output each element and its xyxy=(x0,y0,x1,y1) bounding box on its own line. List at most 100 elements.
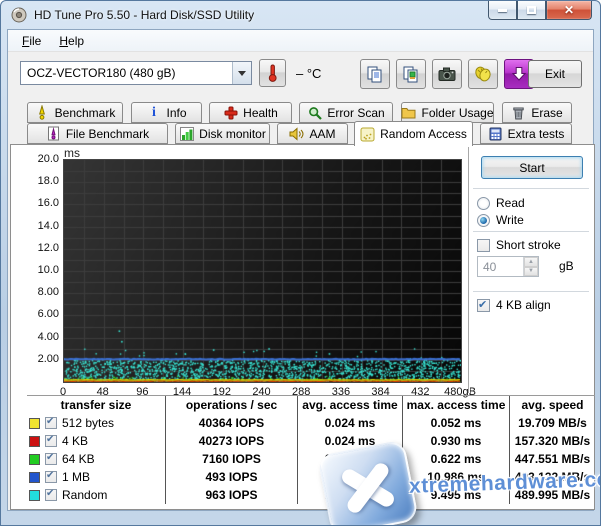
align-option[interactable]: 4 KB align xyxy=(477,298,551,312)
short-stroke-checkbox[interactable] xyxy=(477,239,490,252)
series-swatch xyxy=(29,418,40,429)
cell-speed: 447.551 MB/s xyxy=(510,450,595,468)
y-tick-label: 4.00 xyxy=(19,331,59,343)
tab-extra-tests[interactable]: Extra tests xyxy=(480,123,572,144)
tab-error-scan-label: Error Scan xyxy=(327,106,384,120)
row-label: 1 MB xyxy=(62,470,90,484)
window-title: HD Tune Pro 5.50 - Hard Disk/SSD Utility xyxy=(34,8,254,22)
tab-random-access-label: Random Access xyxy=(380,127,467,141)
down-arrow-icon xyxy=(510,65,528,83)
tab-disk-monitor[interactable]: Disk monitor xyxy=(175,123,270,144)
minimize-icon xyxy=(498,9,507,12)
temperature-value: – °C xyxy=(296,66,321,81)
cell-ops: 40273 IOPS xyxy=(166,432,298,450)
drive-select[interactable]: OCZ-VECTOR180 (480 gB) xyxy=(20,61,252,85)
cell-ops: 7160 IOPS xyxy=(166,450,298,468)
calculator-icon xyxy=(488,126,503,141)
start-button-label: Start xyxy=(519,161,544,175)
tab-benchmark[interactable]: Benchmark xyxy=(27,102,123,123)
benchmark-icon xyxy=(35,105,50,120)
cell-avg-time: 0.024 ms xyxy=(298,414,403,432)
tab-error-scan[interactable]: Error Scan xyxy=(299,102,393,123)
y-tick-label: 20.0 xyxy=(19,153,59,165)
close-button[interactable]: ✕ xyxy=(546,1,592,20)
hands-icon xyxy=(474,65,492,83)
row-label: 64 KB xyxy=(62,452,95,466)
row-checkbox[interactable] xyxy=(45,471,57,483)
minimize-button[interactable] xyxy=(488,1,517,20)
health-icon xyxy=(223,105,238,120)
tab-folder-usage-label: Folder Usage xyxy=(421,106,493,120)
temperature-button[interactable] xyxy=(259,59,286,87)
hands-button[interactable] xyxy=(468,59,498,89)
table-row: Random xyxy=(27,486,166,504)
row-checkbox[interactable] xyxy=(45,453,57,465)
cell-max-time: 0.622 ms xyxy=(403,450,510,468)
tab-extra-tests-label: Extra tests xyxy=(508,127,565,141)
series-swatch xyxy=(29,490,40,501)
exit-button[interactable]: Exit xyxy=(528,60,582,88)
col-header-avg-access: avg. access time xyxy=(298,396,403,414)
menu-help[interactable]: Help xyxy=(50,31,93,51)
start-button[interactable]: Start xyxy=(481,156,583,179)
chart-canvas xyxy=(63,159,462,383)
row-checkbox[interactable] xyxy=(45,489,57,501)
col-header-operations: operations / sec xyxy=(166,396,298,414)
tab-health-label: Health xyxy=(243,106,278,120)
table-row: 512 bytes xyxy=(27,414,166,432)
drive-select-dropdown-button[interactable] xyxy=(232,62,251,84)
y-axis-unit-label: ms xyxy=(64,146,80,160)
table-row: 1 MB xyxy=(27,468,166,486)
spinner-up-icon[interactable]: ▲ xyxy=(524,257,538,267)
title-bar[interactable]: HD Tune Pro 5.50 - Hard Disk/SSD Utility… xyxy=(1,1,600,29)
exit-button-label: Exit xyxy=(545,67,565,81)
cell-max-time: 0.930 ms xyxy=(403,432,510,450)
speaker-icon xyxy=(289,126,304,141)
tab-file-benchmark[interactable]: File Benchmark xyxy=(27,123,168,144)
read-label: Read xyxy=(496,196,525,210)
col-header-avg-speed: avg. speed xyxy=(510,396,595,414)
tab-info[interactable]: i Info xyxy=(131,102,202,123)
erase-icon xyxy=(511,105,526,120)
capacity-spinner[interactable]: 40 ▲ ▼ xyxy=(477,256,539,277)
maximize-button[interactable] xyxy=(517,1,546,20)
capacity-unit-label: gB xyxy=(559,259,574,273)
tab-folder-usage[interactable]: Folder Usage xyxy=(401,102,494,123)
tab-random-access[interactable]: Random Access xyxy=(354,121,473,146)
row-checkbox[interactable] xyxy=(45,435,57,447)
copy-image-button[interactable] xyxy=(396,59,426,89)
table-row: 64 KB xyxy=(27,450,166,468)
read-option[interactable]: Read xyxy=(477,196,525,210)
tab-health[interactable]: Health xyxy=(209,102,292,123)
separator xyxy=(473,188,589,190)
series-swatch xyxy=(29,454,40,465)
spinner-down-icon[interactable]: ▼ xyxy=(524,267,538,277)
copy-image-icon xyxy=(402,65,420,83)
y-tick-label: 10.0 xyxy=(19,264,59,276)
screenshot-button[interactable] xyxy=(432,59,462,89)
write-option[interactable]: Write xyxy=(477,213,524,227)
panel-divider xyxy=(468,147,470,393)
separator xyxy=(473,231,589,233)
row-checkbox[interactable] xyxy=(45,417,57,429)
row-label: 512 bytes xyxy=(62,416,114,430)
short-stroke-label: Short stroke xyxy=(496,238,561,252)
tab-erase[interactable]: Erase xyxy=(502,102,572,123)
y-tick-label: 14.0 xyxy=(19,220,59,232)
watermark-logo xyxy=(317,439,419,526)
y-tick-label: 12.0 xyxy=(19,242,59,254)
align-checkbox[interactable] xyxy=(477,299,490,312)
write-radio[interactable] xyxy=(477,214,490,227)
tab-aam[interactable]: AAM xyxy=(277,123,348,144)
menu-file[interactable]: File xyxy=(13,31,50,51)
write-label: Write xyxy=(496,213,524,227)
tab-aam-label: AAM xyxy=(309,127,335,141)
disk-monitor-icon xyxy=(179,126,194,141)
copy-text-icon xyxy=(366,65,384,83)
cell-ops: 963 IOPS xyxy=(166,486,298,504)
short-stroke-option[interactable]: Short stroke xyxy=(477,238,561,252)
row-label: 4 KB xyxy=(62,434,88,448)
series-swatch xyxy=(29,472,40,483)
copy-text-button[interactable] xyxy=(360,59,390,89)
read-radio[interactable] xyxy=(477,197,490,210)
